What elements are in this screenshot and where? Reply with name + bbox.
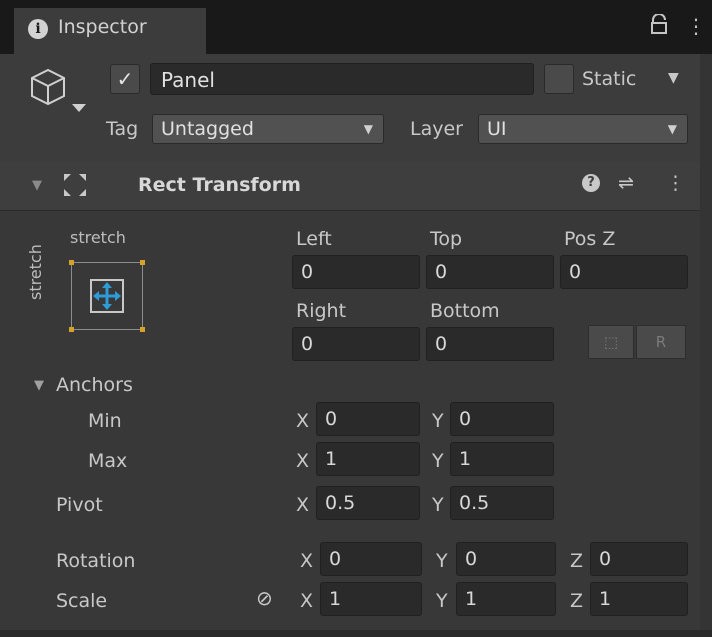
left-label: Left (296, 228, 332, 250)
name-field[interactable]: Panel (150, 63, 534, 95)
static-checkbox[interactable] (544, 64, 574, 94)
anchors-max-label: Max (88, 450, 128, 472)
axis-y-label: Y (432, 494, 444, 516)
gameobject-cube-icon[interactable] (26, 66, 90, 121)
anchor-handle (69, 327, 74, 332)
active-checkbox[interactable]: ✓ (110, 64, 140, 94)
top-field[interactable]: 0 (426, 255, 554, 289)
raw-edit-button[interactable]: R (636, 325, 686, 359)
anchors-min-label: Min (88, 410, 122, 432)
pivot-label: Pivot (56, 494, 103, 516)
posz-label: Pos Z (564, 228, 616, 250)
left-field[interactable]: 0 (292, 255, 420, 289)
anchor-horizontal-label: stretch (70, 228, 126, 247)
axis-x-label: X (296, 450, 310, 472)
divider (0, 630, 712, 637)
axis-x-label: X (296, 494, 310, 516)
scrollbar[interactable] (700, 54, 712, 630)
layer-dropdown[interactable]: UI ▼ (478, 114, 688, 144)
scale-x-field[interactable]: 1 (320, 582, 422, 616)
menu-icon[interactable]: ⋮ (686, 14, 706, 38)
layer-value: UI (487, 118, 507, 140)
axis-y-label: Y (432, 450, 444, 472)
help-icon[interactable]: ? (582, 174, 600, 192)
axis-y-label: Y (436, 590, 448, 612)
scale-z-field[interactable]: 1 (590, 582, 688, 616)
rotation-y-field[interactable]: 0 (456, 542, 556, 576)
tag-label: Tag (106, 118, 139, 140)
anchor-handle (140, 260, 145, 265)
rotation-x-field[interactable]: 0 (320, 542, 422, 576)
anchors-min-y-field[interactable]: 0 (450, 402, 554, 436)
anchors-max-y-field[interactable]: 1 (450, 442, 554, 476)
blueprint-mode-button[interactable]: ⬚ (588, 325, 634, 359)
axis-y-label: Y (436, 550, 448, 572)
static-label: Static (582, 68, 637, 90)
anchors-foldout-arrow-icon[interactable]: ▼ (34, 378, 44, 393)
anchor-vertical-label: stretch (26, 244, 45, 300)
anchors-label[interactable]: Anchors (56, 374, 133, 396)
stretch-arrows-icon (90, 279, 124, 313)
component-menu-icon[interactable]: ⋮ (666, 172, 685, 194)
top-label: Top (430, 228, 463, 250)
bottom-label: Bottom (430, 300, 500, 322)
static-dropdown-arrow[interactable]: ▼ (668, 70, 679, 86)
right-label: Right (296, 300, 347, 322)
anchor-handle (140, 327, 145, 332)
tab-title: Inspector (58, 16, 147, 38)
chevron-down-icon: ▼ (667, 122, 677, 136)
bottom-field[interactable]: 0 (426, 327, 554, 361)
axis-x-label: X (300, 590, 314, 612)
lock-icon[interactable] (650, 13, 668, 39)
layer-label: Layer (410, 118, 463, 140)
rect-transform-icon (62, 172, 88, 203)
tag-dropdown[interactable]: Untagged ▼ (152, 114, 384, 144)
axis-x-label: X (300, 550, 314, 572)
component-header[interactable] (0, 162, 712, 211)
axis-z-label: Z (570, 550, 584, 572)
foldout-arrow-icon[interactable]: ▼ (32, 178, 42, 193)
axis-z-label: Z (570, 590, 584, 612)
chevron-down-icon: ▼ (363, 122, 373, 136)
tag-value: Untagged (161, 118, 254, 140)
rotation-label: Rotation (56, 550, 136, 572)
anchors-max-x-field[interactable]: 1 (316, 442, 420, 476)
presets-icon[interactable]: ⇌ (618, 172, 634, 194)
scale-label: Scale (56, 590, 108, 612)
component-title: Rect Transform (138, 174, 301, 196)
constrain-proportions-icon[interactable]: ⊘ (256, 586, 273, 610)
info-icon: i (28, 19, 48, 39)
scale-y-field[interactable]: 1 (456, 582, 556, 616)
axis-y-label: Y (432, 410, 444, 432)
axis-x-label: X (296, 410, 310, 432)
anchor-presets-button[interactable] (69, 260, 145, 332)
posz-field[interactable]: 0 (560, 255, 688, 289)
pivot-y-field[interactable]: 0.5 (450, 486, 554, 520)
anchors-min-x-field[interactable]: 0 (316, 402, 420, 436)
right-field[interactable]: 0 (292, 327, 420, 361)
pivot-x-field[interactable]: 0.5 (316, 486, 420, 520)
anchor-handle (69, 260, 74, 265)
rotation-z-field[interactable]: 0 (590, 542, 688, 576)
